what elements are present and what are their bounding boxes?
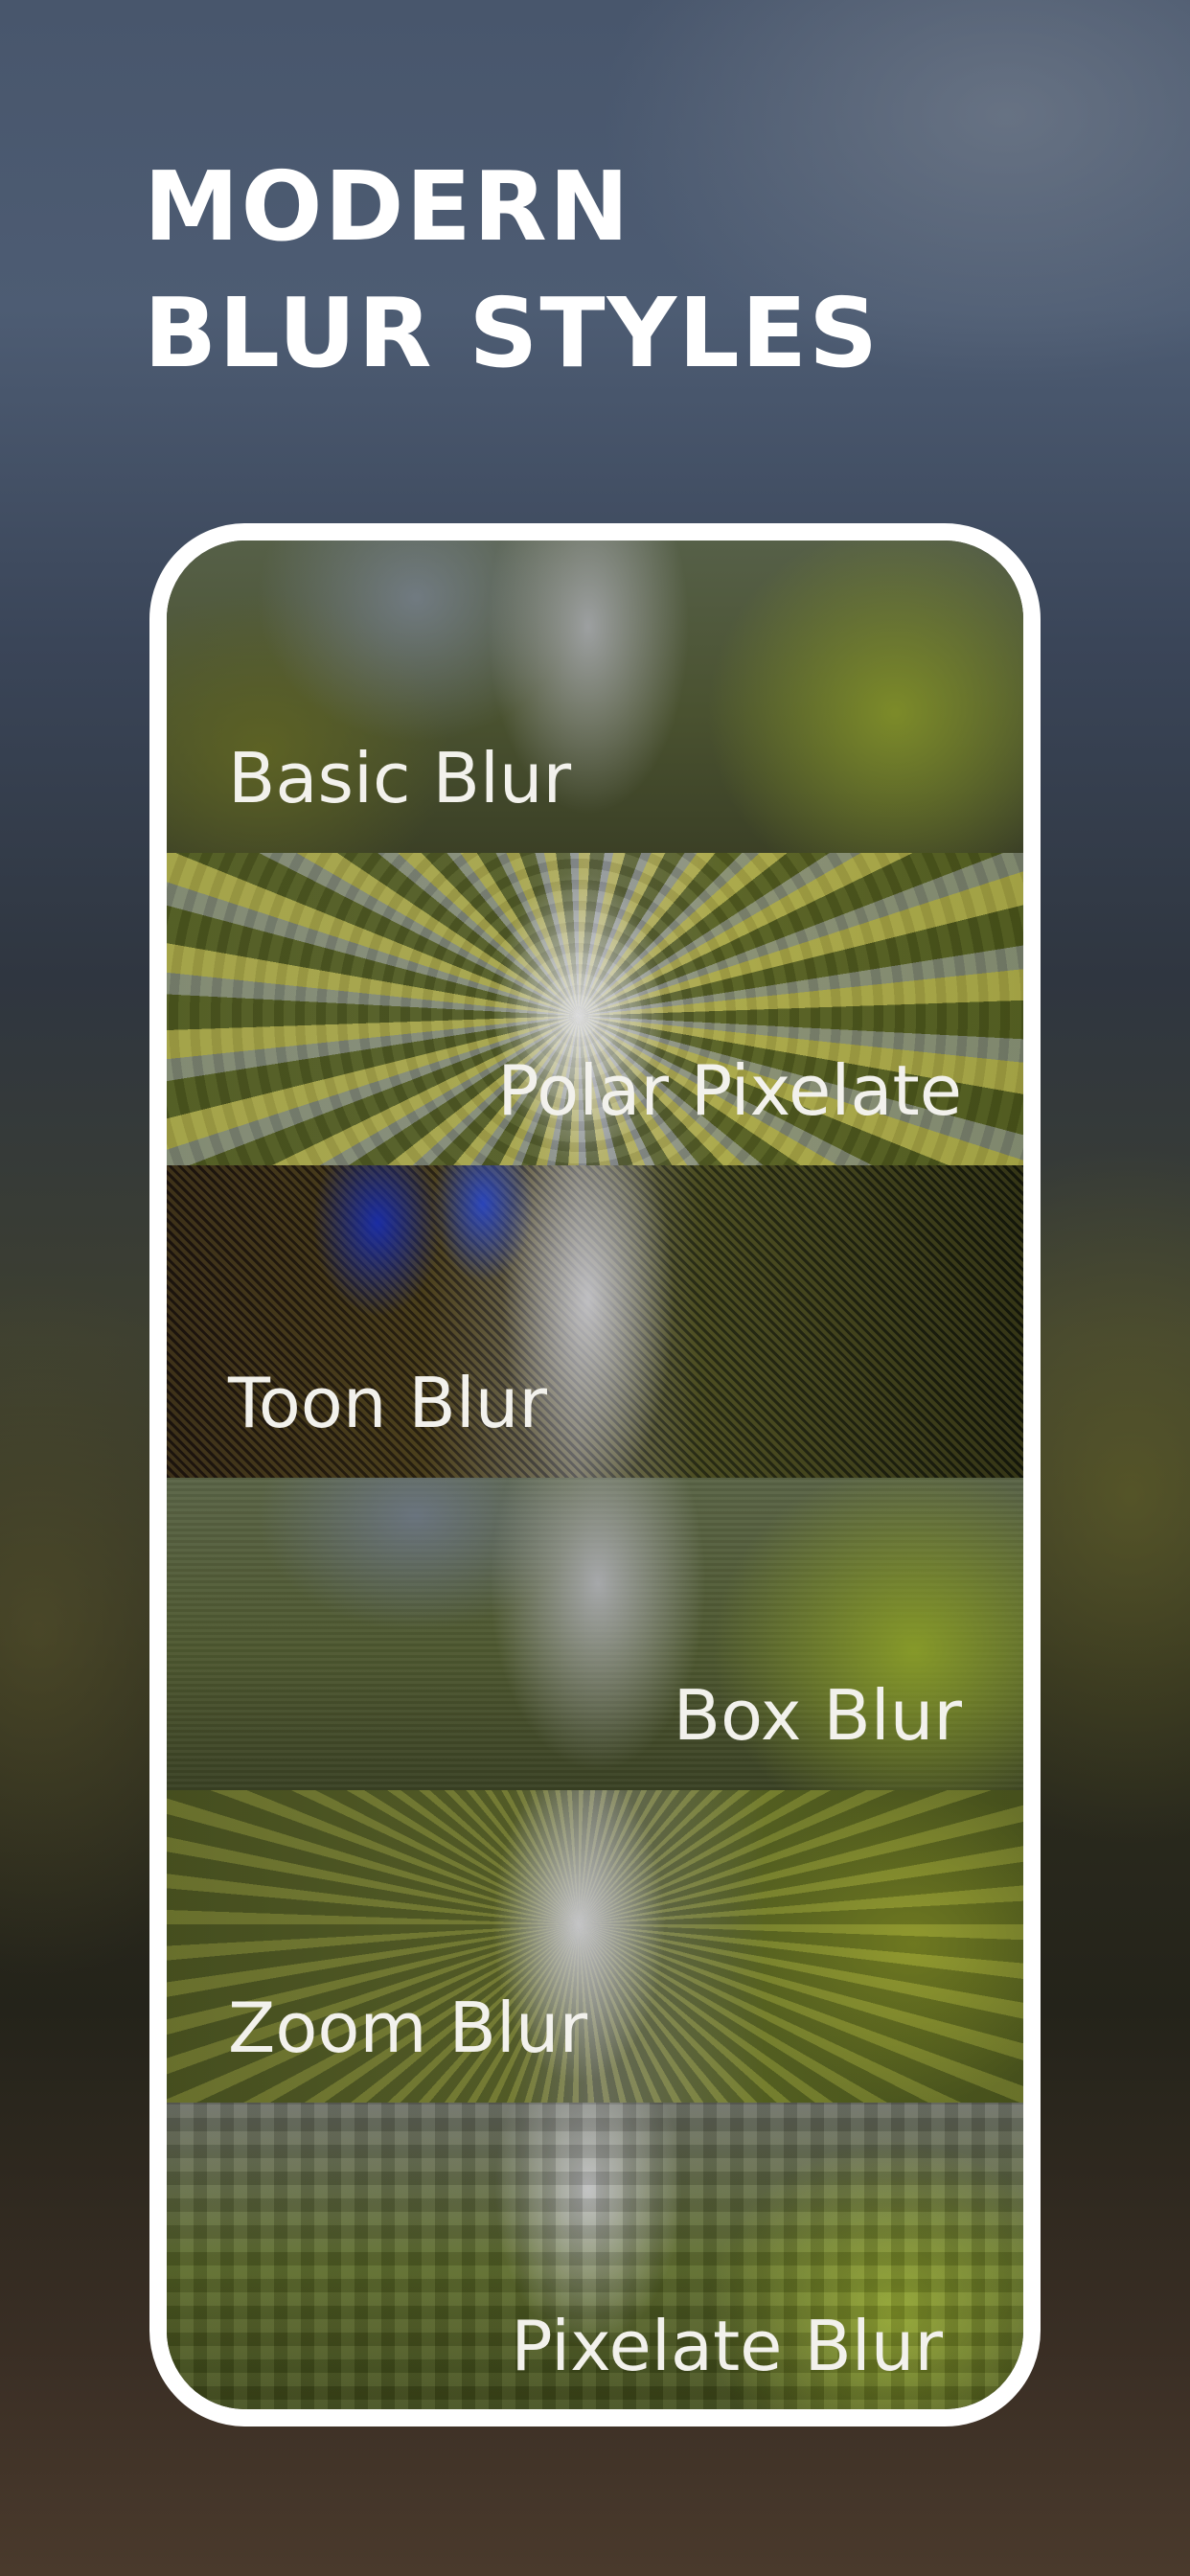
blur-style-label: Toon Blur xyxy=(228,1363,547,1443)
blur-style-label: Zoom Blur xyxy=(228,1988,588,2068)
blur-style-pixelate[interactable]: Pixelate Blur xyxy=(167,2103,1023,2409)
blur-style-basic[interactable]: Basic Blur xyxy=(167,540,1023,853)
blur-style-toon[interactable]: Toon Blur xyxy=(167,1165,1023,1478)
blur-style-zoom[interactable]: Zoom Blur xyxy=(167,1790,1023,2103)
blur-style-label: Box Blur xyxy=(673,1675,962,1756)
blur-style-label: Pixelate Blur xyxy=(511,2306,943,2386)
blur-style-box[interactable]: Box Blur xyxy=(167,1478,1023,1790)
blur-style-label: Polar Pixelate xyxy=(497,1050,962,1131)
blur-style-polar-pixelate[interactable]: Polar Pixelate xyxy=(167,853,1023,1165)
headline: Modern Blur Styles xyxy=(144,144,880,397)
blur-style-label: Basic Blur xyxy=(228,738,572,818)
phone-frame: Basic Blur Polar Pixelate Toon Blur Box … xyxy=(149,523,1041,2426)
headline-line-2: Blur Styles xyxy=(144,277,881,389)
headline-line-1: Modern xyxy=(144,150,631,263)
